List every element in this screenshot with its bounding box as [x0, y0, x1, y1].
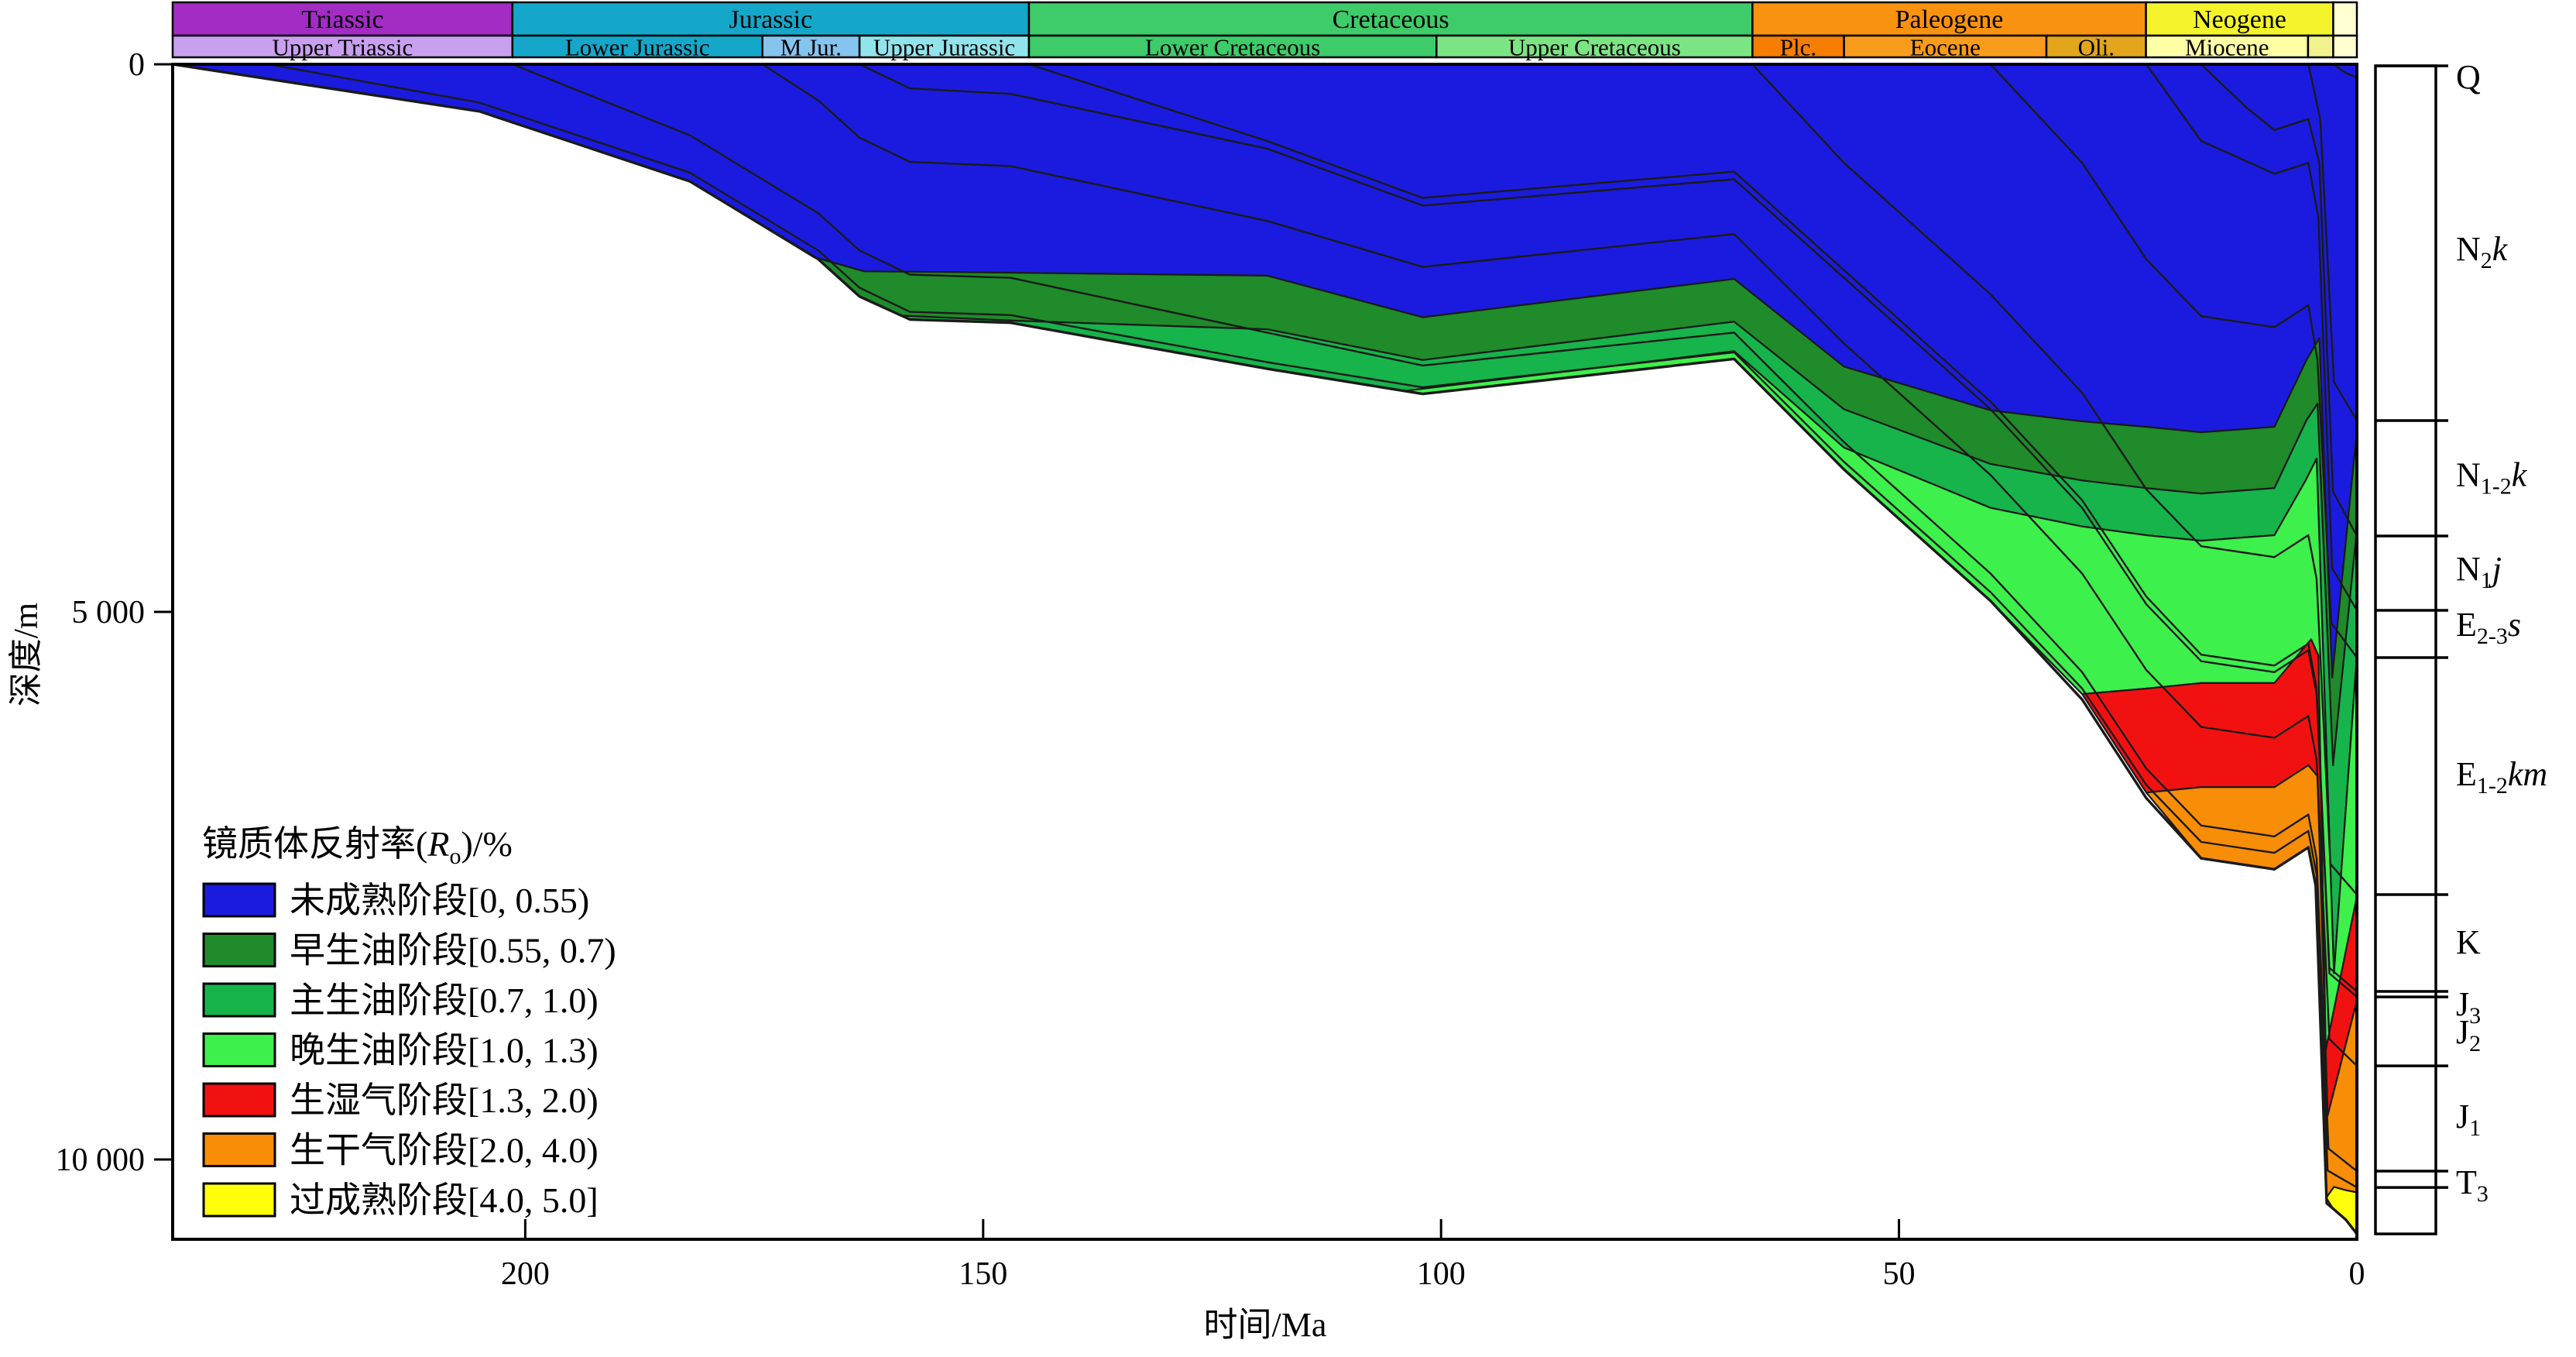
legend: 未成熟阶段[0, 0.55) 早生油阶段[0.55, 0.7) 主生油阶段[0.7,…: [204, 881, 616, 1220]
time-axis: 200 150 100 50 0: [501, 1219, 2365, 1292]
strat-column-box: [2375, 66, 2436, 1234]
era-label: Triassic: [301, 5, 383, 34]
legend-label-late_oil: 晚生油阶段[1.0, 1.3): [290, 1031, 599, 1070]
legend-label-wet_gas: 生湿气阶段[1.3, 2.0): [290, 1080, 599, 1120]
burial-history-chart: Triassic Jurassic Cretaceous Paleogene Neoge…: [0, 0, 2576, 1357]
era-label: Paleogene: [1895, 5, 2004, 34]
era-label: Plc.: [1780, 34, 1816, 61]
strat-unit-label-k: K: [2456, 923, 2481, 961]
era-label: Lower Cretaceous: [1145, 34, 1320, 61]
time-axis-title: 时间/Ma: [1204, 1306, 1327, 1344]
strat-unit-label-e2-3: E2-3s: [2456, 606, 2521, 649]
era-label: Neogene: [2193, 5, 2286, 34]
legend-label-main_oil: 主生油阶段[0.7, 1.0): [290, 981, 599, 1020]
legend-swatch-early_oil: [204, 934, 275, 967]
strat-unit-label-n1-2: N1-2k: [2456, 455, 2528, 499]
strat-column: QN2kN1-2kN1jE2-3sE1-2kmKJ3J2J1T3: [2375, 58, 2547, 1234]
x-tick-label: 200: [501, 1256, 550, 1292]
era-label: Miocene: [2185, 34, 2269, 61]
legend-label-dry_gas: 生干气阶段[2.0, 4.0): [290, 1131, 599, 1170]
era-label: Oli.: [2078, 34, 2115, 61]
era-label: Eocene: [1910, 34, 1981, 61]
strat-unit-label-n2: N2k: [2456, 230, 2509, 273]
legend-label-over_mature: 过成熟阶段[4.0, 5.0]: [290, 1180, 599, 1220]
y-tick-label: 0: [129, 47, 145, 83]
era-cell-row2-unlabeled: [2308, 36, 2334, 57]
y-tick-label: 10 000: [56, 1142, 146, 1178]
y-tick-label: 5 000: [72, 595, 146, 630]
strat-unit-label-q: Q: [2456, 58, 2481, 96]
era-label: Upper Jurassic: [873, 34, 1015, 61]
strat-unit-label-n1: N1j: [2456, 550, 2502, 593]
era-cell-row1-unlabeled: [2333, 2, 2357, 36]
legend-swatch-immature: [204, 884, 275, 916]
legend-swatch-over_mature: [204, 1184, 275, 1216]
era-label: Lower Jurassic: [565, 34, 710, 61]
strat-unit-label-t3: T3: [2456, 1163, 2489, 1207]
legend-swatch-main_oil: [204, 984, 275, 1016]
legend-label-immature: 未成熟阶段[0, 0.55): [290, 881, 589, 920]
era-label: Upper Triassic: [273, 34, 413, 61]
strat-unit-label-e1-2: E1-2km: [2456, 755, 2547, 799]
era-cell-row2-unlabeled: [2333, 36, 2357, 57]
era-label: M Jur.: [780, 34, 842, 61]
depth-axis-title: 深度/m: [7, 603, 45, 706]
legend-swatch-late_oil: [204, 1034, 275, 1067]
legend-title: 镜质体反射率(Ro)/%: [202, 824, 513, 869]
era-label: Cretaceous: [1333, 5, 1449, 34]
x-tick-label: 0: [2349, 1256, 2365, 1292]
burial-history-figure: Triassic Jurassic Cretaceous Paleogene Neoge…: [0, 0, 2576, 1357]
era-label: Upper Cretaceous: [1508, 34, 1681, 61]
strat-unit-label-j1: J1: [2456, 1098, 2481, 1141]
depth-axis: 0 5 000 10 000: [56, 47, 173, 1178]
legend-label-early_oil: 早生油阶段[0.55, 0.7): [290, 931, 616, 971]
x-tick-label: 50: [1883, 1256, 1916, 1292]
x-tick-label: 150: [959, 1256, 1007, 1292]
legend-swatch-wet_gas: [204, 1084, 275, 1116]
legend-swatch-dry_gas: [204, 1134, 275, 1166]
geologic-time-bar: Triassic Jurassic Cretaceous Paleogene Neoge…: [173, 2, 2357, 61]
x-tick-label: 100: [1417, 1256, 1466, 1292]
era-label: Jurassic: [729, 5, 813, 34]
